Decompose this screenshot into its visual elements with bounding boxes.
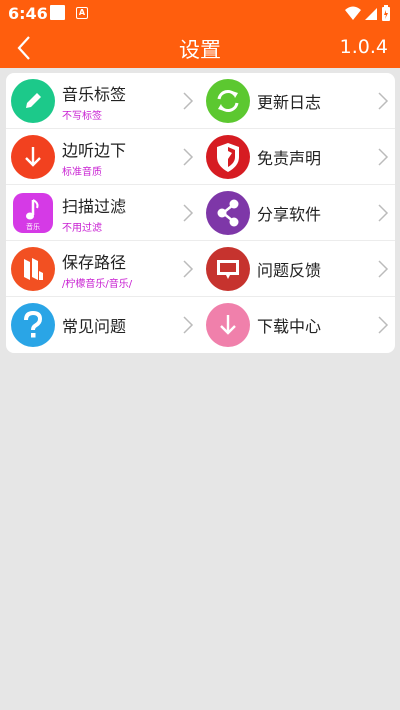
chevron-right-icon: [378, 260, 389, 278]
app-bar: 设置 1.0.4: [0, 28, 400, 68]
setting-stream-download[interactable]: 边听边下 标准音质: [6, 129, 200, 185]
music-tile-text: 音乐: [26, 222, 40, 231]
setting-download-center[interactable]: 下载中心: [201, 297, 395, 353]
question-icon: [11, 303, 55, 347]
setting-music-tag[interactable]: 音乐标签 不写标签: [6, 73, 200, 129]
setting-save-path[interactable]: 保存路径 /柠檬音乐/音乐/: [6, 241, 200, 297]
text-notification-icon: A: [76, 7, 88, 19]
shield-icon: [206, 135, 250, 179]
chevron-right-icon: [183, 92, 194, 110]
share-icon: [206, 191, 250, 235]
chevron-right-icon: [378, 316, 389, 334]
setting-disclaimer[interactable]: 免责声明: [201, 129, 395, 185]
refresh-icon: [206, 79, 250, 123]
chevron-right-icon: [183, 316, 194, 334]
setting-value: /柠檬音乐/音乐/: [62, 279, 133, 290]
chevron-right-icon: [183, 148, 194, 166]
setting-label: 下载中心: [257, 317, 322, 336]
wifi-icon: [345, 6, 361, 20]
settings-card: 音乐标签 不写标签 更新日志 边听边下 标准音质 免责声明 音乐 扫描过滤 不用…: [6, 73, 395, 353]
chevron-right-icon: [378, 92, 389, 110]
settings-row: 保存路径 /柠檬音乐/音乐/ 问题反馈: [6, 241, 395, 297]
download-arrow-icon: [11, 135, 55, 179]
setting-label: 问题反馈: [257, 261, 322, 280]
setting-label: 音乐标签: [62, 85, 127, 104]
chevron-right-icon: [378, 204, 389, 222]
chevron-right-icon: [378, 148, 389, 166]
folder-logo-icon: [11, 247, 55, 291]
signal-icon: [365, 8, 377, 20]
pencil-icon: [11, 79, 55, 123]
setting-label: 常见问题: [62, 317, 127, 336]
setting-value: 不写标签: [62, 111, 102, 122]
setting-share-app[interactable]: 分享软件: [201, 185, 395, 241]
feedback-icon: [206, 247, 250, 291]
setting-changelog[interactable]: 更新日志: [201, 73, 395, 129]
setting-scan-filter[interactable]: 音乐 扫描过滤 不用过滤: [6, 185, 200, 241]
status-indicators: [345, 5, 390, 21]
version-label: 1.0.4: [339, 36, 388, 58]
setting-label: 更新日志: [257, 93, 322, 112]
setting-feedback[interactable]: 问题反馈: [201, 241, 395, 297]
setting-label: 免责声明: [257, 149, 322, 168]
status-time: 6:46: [8, 4, 48, 23]
chevron-right-icon: [183, 260, 194, 278]
setting-faq[interactable]: 常见问题: [6, 297, 200, 353]
settings-row: 常见问题 下载中心: [6, 297, 395, 353]
settings-row: 边听边下 标准音质 免责声明: [6, 129, 395, 185]
download-center-icon: [206, 303, 250, 347]
status-bar: 6:46 A: [0, 0, 400, 28]
settings-row: 音乐 扫描过滤 不用过滤 分享软件: [6, 185, 395, 241]
chevron-right-icon: [183, 204, 194, 222]
notification-icon: [50, 5, 65, 20]
setting-label: 扫描过滤: [62, 197, 127, 216]
setting-label: 保存路径: [62, 253, 127, 272]
settings-row: 音乐标签 不写标签 更新日志: [6, 73, 395, 129]
music-note-icon: 音乐: [11, 191, 55, 235]
setting-value: 标准音质: [62, 167, 102, 178]
setting-value: 不用过滤: [62, 223, 102, 234]
setting-label: 分享软件: [257, 205, 322, 224]
setting-label: 边听边下: [62, 141, 127, 160]
